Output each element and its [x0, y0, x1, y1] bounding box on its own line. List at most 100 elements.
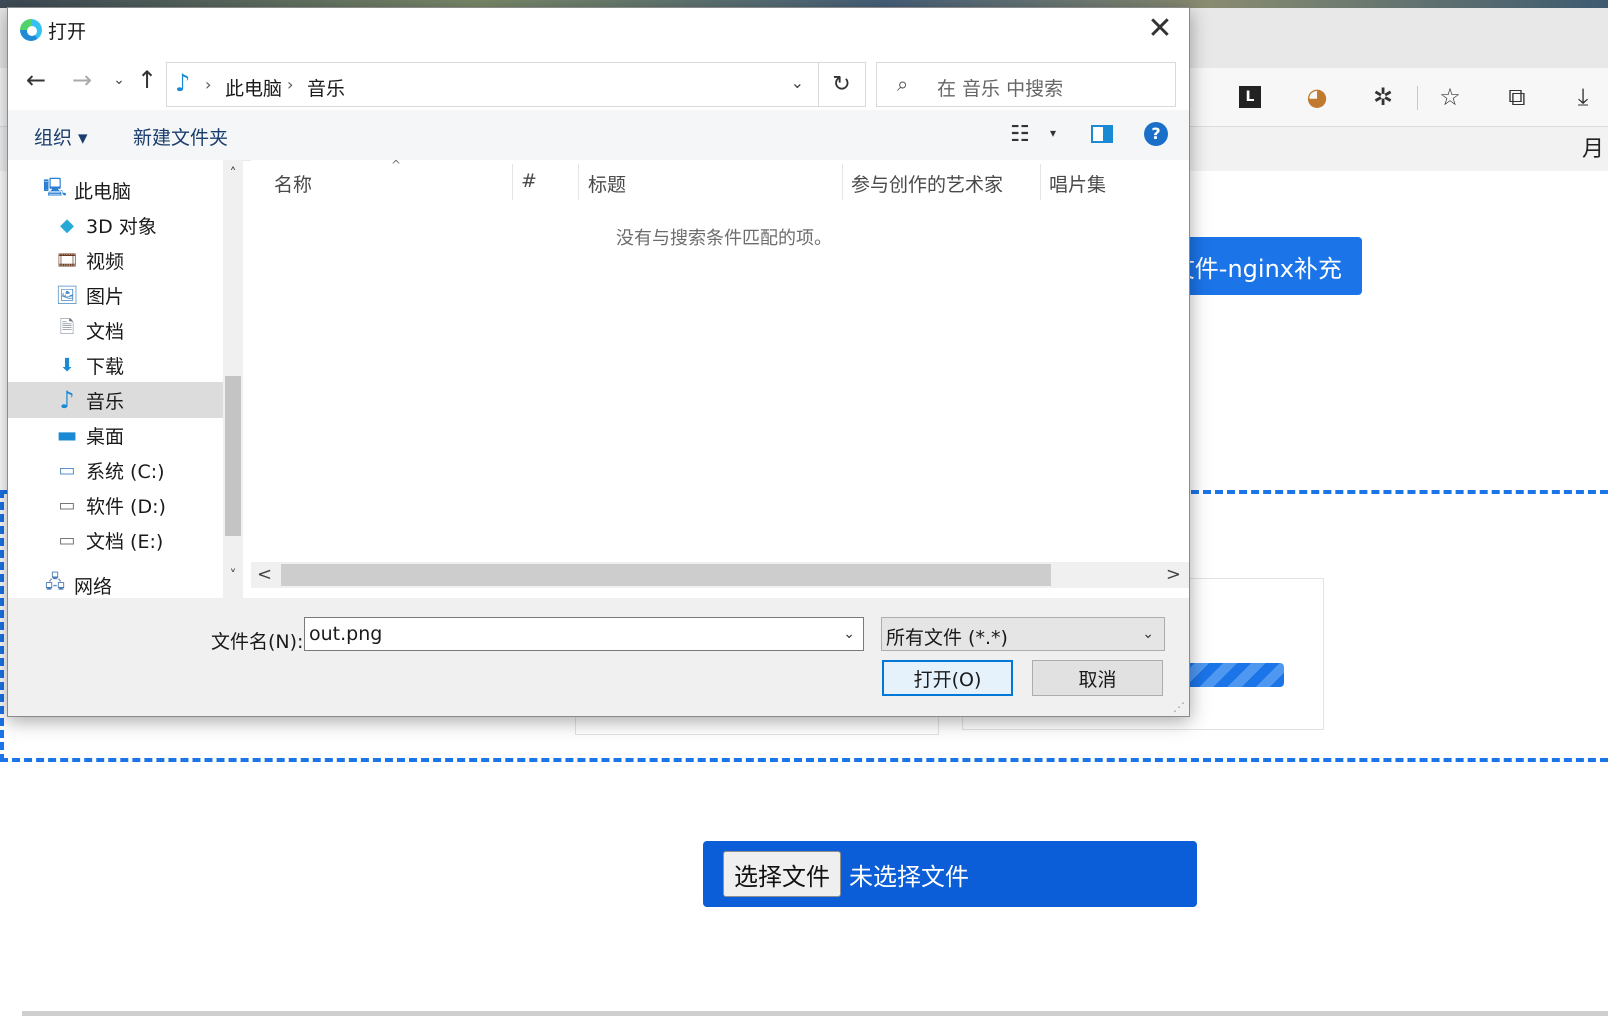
breadcrumb-music[interactable]: 音乐	[307, 74, 345, 101]
open-button[interactable]: 打开(O)	[882, 660, 1013, 696]
empty-folder-message: 没有与搜索条件匹配的项。	[616, 228, 832, 249]
drive-d-icon: ▭	[58, 494, 76, 516]
column-header-album[interactable]: 唱片集	[1049, 170, 1106, 197]
column-headers: 名称 ^ # 标题 参与创作的艺术家 唱片集	[251, 158, 1189, 204]
tree-item-network[interactable]: 🖧 网络	[8, 567, 243, 598]
breadcrumb-this-pc[interactable]: 此电脑	[225, 74, 282, 101]
breadcrumb-chevron-icon[interactable]: ›	[287, 75, 293, 94]
chevron-down-icon[interactable]: ⌄	[1142, 626, 1154, 642]
download-icon: ⬇	[59, 354, 75, 376]
column-divider[interactable]	[578, 164, 579, 200]
extensions-icon[interactable]: ✲	[1368, 82, 1398, 112]
scroll-right-icon[interactable]: >	[1166, 564, 1181, 585]
chevron-down-icon[interactable]: ⌄	[843, 626, 855, 642]
cancel-button[interactable]: 取消	[1032, 660, 1163, 696]
breadcrumb-chevron-icon[interactable]: ›	[205, 75, 211, 94]
dialog-title: 打开	[48, 21, 87, 43]
tree-item-label: 软件 (D:)	[86, 495, 166, 518]
address-bar[interactable]: ♪ › 此电脑 › 音乐 ⌄	[166, 62, 819, 107]
drive-e-icon: ▭	[58, 529, 76, 551]
tree-item-drive-e[interactable]: ▭ 文档 (E:)	[8, 522, 243, 558]
tree-item-drive-d[interactable]: ▭ 软件 (D:)	[8, 487, 243, 523]
picture-icon: 🖼	[55, 284, 79, 306]
command-bar: 组织 ▾ 新建文件夹 ☷ ▾ ?	[8, 110, 1189, 161]
favorites-icon[interactable]: ☆	[1435, 82, 1465, 112]
music-note-icon: ♪	[175, 69, 191, 97]
recent-locations-chevron-icon[interactable]: ⌄	[106, 66, 132, 94]
file-type-select[interactable]: 所有文件 (*.*) ⌄	[881, 617, 1165, 651]
column-header-contributing-artists[interactable]: 参与创作的艺术家	[851, 170, 1003, 197]
tree-item-label: 桌面	[86, 425, 125, 448]
nginx-supplement-label: 文件-nginx补充	[1170, 254, 1342, 283]
column-header-name[interactable]: 名称	[274, 170, 312, 197]
tree-item-label: 此电脑	[74, 180, 132, 203]
tree-item-drive-c[interactable]: ▭ 系统 (C:)	[8, 452, 243, 488]
tree-item-label: 文档 (E:)	[86, 530, 164, 553]
new-folder-button[interactable]: 新建文件夹	[133, 123, 228, 150]
page-bottom-scrollbar[interactable]	[22, 1011, 1608, 1016]
tree-item-label: 系统 (C:)	[86, 460, 165, 483]
upload-progress-bar	[1180, 663, 1284, 687]
tree-item-label: 3D 对象	[86, 215, 157, 238]
extension-avatar-icon[interactable]: ◕	[1302, 82, 1332, 112]
tree-item-label: 图片	[86, 285, 125, 308]
sort-ascending-icon: ^	[391, 158, 402, 172]
resize-grip-icon[interactable]: ⋰	[1173, 701, 1185, 713]
organize-button[interactable]: 组织 ▾	[34, 123, 88, 150]
tree-item-label: 网络	[74, 575, 113, 598]
tree-item-desktop[interactable]: ▬ 桌面	[8, 417, 243, 453]
document-icon: 🗎	[59, 317, 75, 338]
preview-pane-icon[interactable]	[1091, 125, 1113, 143]
navigation-scrollbar[interactable]: ˄ ˅	[223, 160, 243, 598]
tree-item-videos[interactable]: 🎞 视频	[8, 242, 243, 278]
horizontal-scrollbar[interactable]: < >	[251, 562, 1189, 588]
view-options-dropdown-icon[interactable]: ▾	[1050, 126, 1056, 140]
file-input-container: 选择文件 未选择文件	[703, 841, 1197, 907]
tree-item-documents[interactable]: 🗎 文档	[8, 312, 243, 348]
toolbar-separator	[1417, 86, 1418, 110]
search-input[interactable]: ⌕ 在 音乐 中搜索	[876, 62, 1176, 107]
refresh-icon[interactable]: ↻	[818, 62, 866, 107]
tree-item-downloads[interactable]: ⬇ 下载	[8, 347, 243, 383]
drive-c-icon: ▭	[58, 459, 76, 481]
column-header-title[interactable]: 标题	[588, 170, 626, 197]
scroll-thumb[interactable]	[225, 376, 241, 536]
dialog-title-bar[interactable]: 打开 ✕	[8, 8, 1189, 52]
desktop-icon: ▬	[56, 422, 78, 448]
tree-item-this-pc[interactable]: 🖳 此电脑	[8, 172, 243, 208]
tree-item-label: 下载	[86, 355, 125, 378]
forward-arrow-icon[interactable]: →	[69, 66, 95, 94]
column-divider[interactable]	[1040, 164, 1041, 200]
reading-icon[interactable]: L	[1235, 82, 1265, 112]
back-arrow-icon[interactable]: ←	[23, 66, 49, 94]
column-divider[interactable]	[512, 164, 513, 200]
cube-icon: ◆	[60, 214, 74, 236]
filename-label: 文件名(N):	[211, 631, 304, 653]
scroll-left-icon[interactable]: <	[257, 564, 272, 585]
page-top-text: 月	[1581, 137, 1604, 162]
tree-item-pictures[interactable]: 🖼 图片	[8, 277, 243, 313]
downloads-icon[interactable]: ⤓	[1568, 82, 1598, 112]
collections-icon[interactable]: ⧉	[1502, 82, 1532, 112]
edge-browser-icon	[20, 19, 42, 41]
up-arrow-icon[interactable]: ↑	[134, 66, 160, 94]
computer-icon: 🖳	[42, 177, 67, 198]
scroll-down-icon[interactable]: ˅	[223, 568, 243, 584]
scroll-up-icon[interactable]: ˄	[223, 166, 243, 182]
dialog-footer: 文件名(N): out.png ⌄ 所有文件 (*.*) ⌄ 打开(O) 取消 …	[8, 598, 1189, 716]
help-icon[interactable]: ?	[1144, 122, 1168, 146]
tree-item-label: 文档	[86, 320, 125, 343]
scroll-thumb[interactable]	[281, 564, 1051, 586]
tree-item-music[interactable]: ♪ 音乐	[8, 382, 243, 418]
tree-item-3d-objects[interactable]: ◆ 3D 对象	[8, 207, 243, 243]
column-divider[interactable]	[842, 164, 843, 200]
tree-item-label: 音乐	[86, 390, 125, 413]
search-placeholder: 在 音乐 中搜索	[937, 78, 1064, 100]
choose-file-button[interactable]: 选择文件	[723, 851, 841, 897]
filename-field[interactable]: out.png ⌄	[304, 617, 864, 651]
column-header-number[interactable]: #	[521, 170, 537, 192]
change-view-icon[interactable]: ☷	[1010, 122, 1030, 147]
address-dropdown-icon[interactable]: ⌄	[791, 73, 804, 92]
tree-item-label: 视频	[86, 250, 125, 273]
close-icon[interactable]: ✕	[1145, 14, 1175, 44]
